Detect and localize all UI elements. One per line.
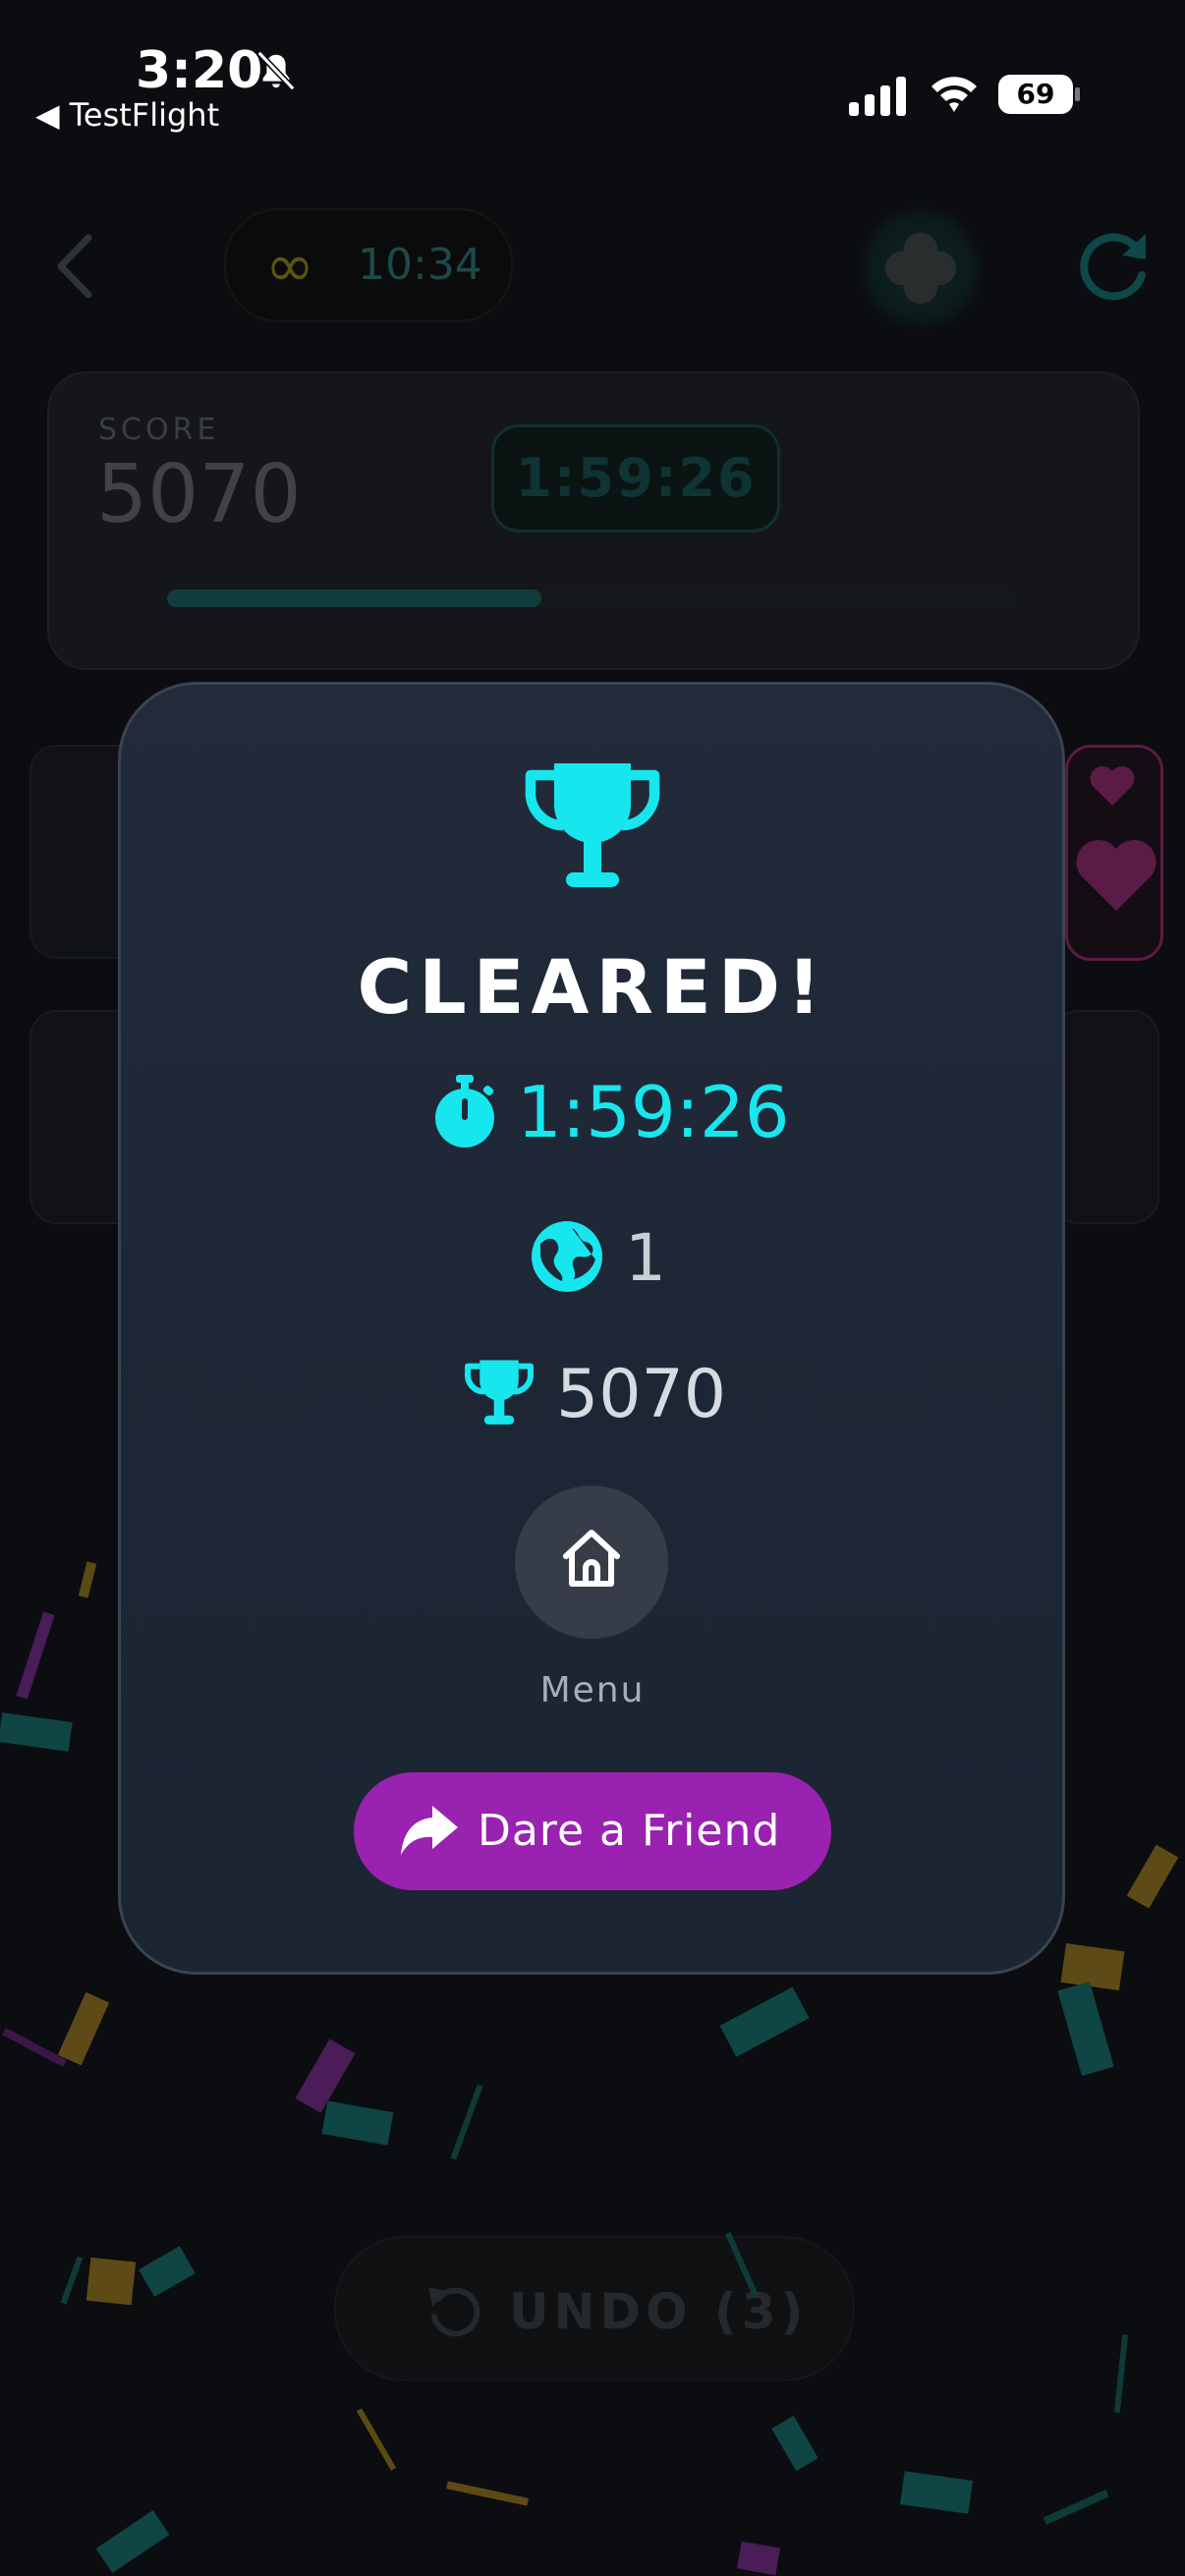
clover-icon: [884, 232, 957, 305]
game-row-right-2: [1051, 1010, 1159, 1224]
stopwatch-icon: [435, 1075, 494, 1148]
trophy-icon: [465, 1360, 534, 1425]
game-timer: ∞ 10:34: [224, 208, 513, 322]
lives-card: [1065, 745, 1163, 961]
undo-icon: [428, 2287, 480, 2337]
battery-indicator: 69: [998, 75, 1081, 116]
menu-label: Menu: [539, 1670, 646, 1710]
elapsed-timer-value: 1:59:26: [515, 447, 757, 509]
share-arrow-icon: [401, 1806, 458, 1855]
battery-level: 69: [1016, 78, 1055, 110]
back-to-testflight-link[interactable]: ◀ TestFlight: [35, 96, 219, 134]
progress-bar: [167, 589, 1018, 607]
back-chevron-icon[interactable]: [55, 232, 94, 301]
global-rank: 1: [625, 1220, 666, 1296]
heart-icon: [1090, 766, 1135, 806]
trophy-icon: [525, 763, 660, 887]
final-time: 1:59:26: [517, 1071, 790, 1153]
score-value: 5070: [96, 448, 302, 541]
wifi-icon: [931, 77, 977, 112]
final-score: 5070: [556, 1356, 727, 1433]
bell-slash-icon: [256, 50, 296, 91]
heart-icon: [1076, 840, 1157, 911]
globe-icon: [532, 1221, 602, 1292]
home-icon: [563, 1530, 620, 1587]
status-time: 3:20: [136, 41, 263, 100]
menu-button[interactable]: [515, 1485, 668, 1639]
signal-icon: [849, 77, 906, 116]
undo-button[interactable]: UNDO (3): [334, 2236, 855, 2381]
game-timer-value: 10:34: [358, 240, 482, 290]
dialog-title: CLEARED!: [357, 943, 828, 1031]
elapsed-timer: 1:59:26: [491, 424, 780, 532]
dare-label: Dare a Friend: [478, 1806, 781, 1856]
infinity-icon: ∞: [265, 232, 314, 301]
undo-label: UNDO (3): [509, 2283, 809, 2340]
score-label: SCORE: [98, 413, 220, 447]
clover-button[interactable]: [857, 204, 985, 332]
progress-bar-fill: [167, 589, 542, 607]
dare-a-friend-button[interactable]: Dare a Friend: [354, 1772, 831, 1890]
refresh-icon[interactable]: [1071, 224, 1154, 307]
